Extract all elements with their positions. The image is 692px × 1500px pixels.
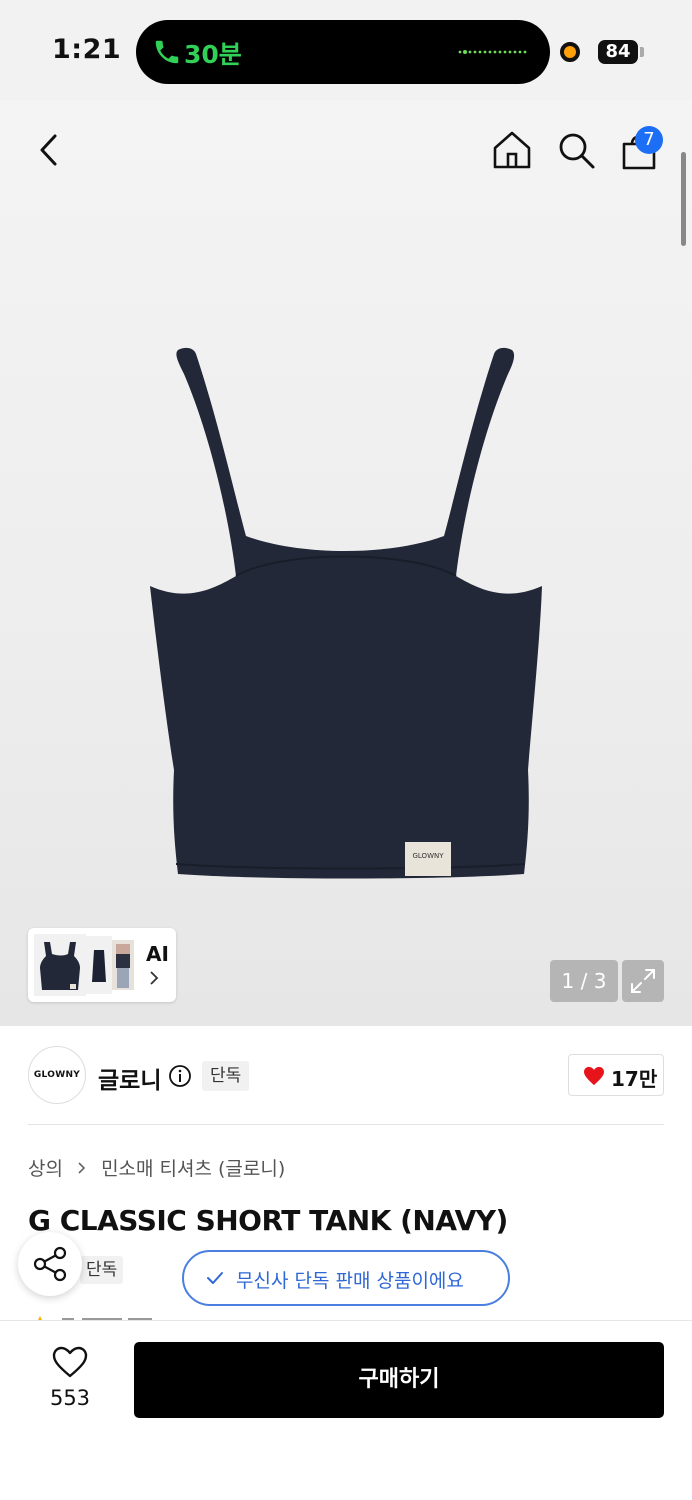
product-image[interactable]: GLOWNY	[140, 340, 550, 880]
expand-button[interactable]	[622, 960, 664, 1002]
product-exclusive-badge: 단독	[80, 1256, 124, 1284]
back-icon[interactable]	[30, 130, 70, 170]
thumbnail-1-image	[40, 942, 80, 990]
chevron-right-icon	[78, 1162, 86, 1174]
call-duration: 30분	[184, 40, 242, 69]
brand-logo[interactable]: GLOWNY	[28, 1046, 86, 1104]
product-label-text: GLOWNY	[412, 852, 444, 860]
ai-thumbnails[interactable]: AI	[28, 928, 176, 1002]
thumbnail-3-image	[116, 944, 130, 988]
divider	[28, 1124, 664, 1125]
ai-label: AI	[146, 942, 169, 966]
home-icon[interactable]	[490, 128, 534, 172]
wishlist-button[interactable]: 553	[30, 1340, 110, 1416]
info-icon[interactable]	[168, 1064, 192, 1088]
exclusive-badge: 단독	[202, 1061, 250, 1091]
scrollbar[interactable]	[681, 152, 686, 246]
exclusive-toast: 무신사 단독 판매 상품이에요	[182, 1250, 510, 1306]
heart-icon	[584, 1066, 604, 1086]
phone-icon	[155, 40, 179, 64]
brand-name[interactable]: 글로니	[98, 1061, 161, 1095]
expand-icon	[631, 969, 655, 993]
buy-button[interactable]: 구매하기	[134, 1342, 664, 1418]
thumbnail-1[interactable]	[34, 934, 86, 996]
cart-count-badge: 7	[635, 126, 663, 154]
audio-wave-icon	[458, 50, 527, 54]
brand-like-count: 17만	[611, 1067, 658, 1091]
battery-tip	[640, 47, 644, 57]
toast-message: 무신사 단독 판매 상품이에요	[236, 1270, 464, 1292]
thumbnail-3[interactable]	[112, 940, 134, 990]
image-pager: 1 / 3	[550, 960, 618, 1002]
share-button[interactable]	[18, 1232, 82, 1296]
product-title: G CLASSIC SHORT TANK (NAVY)	[28, 1204, 508, 1237]
status-bar: 1:21 30분 84	[0, 0, 692, 100]
dynamic-island[interactable]: 30분	[136, 20, 550, 84]
search-icon[interactable]	[556, 130, 596, 170]
wishlist-count: 553	[49, 1386, 91, 1410]
check-icon	[207, 1272, 223, 1284]
brand-like-button[interactable]: 17만	[568, 1054, 664, 1096]
chevron-right-icon	[150, 971, 159, 985]
breadcrumb: 상의 민소매 티셔츠 (글로니)	[28, 1154, 285, 1181]
status-time: 1:21	[52, 34, 122, 65]
breadcrumb-subcategory[interactable]: 민소매 티셔츠 (글로니)	[101, 1158, 285, 1180]
breadcrumb-category[interactable]: 상의	[28, 1158, 63, 1180]
thumbnail-2[interactable]	[86, 936, 112, 994]
battery-indicator: 84	[598, 40, 638, 64]
share-icon	[33, 1246, 67, 1282]
thumbnail-2-image	[92, 950, 106, 982]
heart-outline-icon	[52, 1346, 88, 1378]
recording-indicator	[560, 42, 580, 62]
